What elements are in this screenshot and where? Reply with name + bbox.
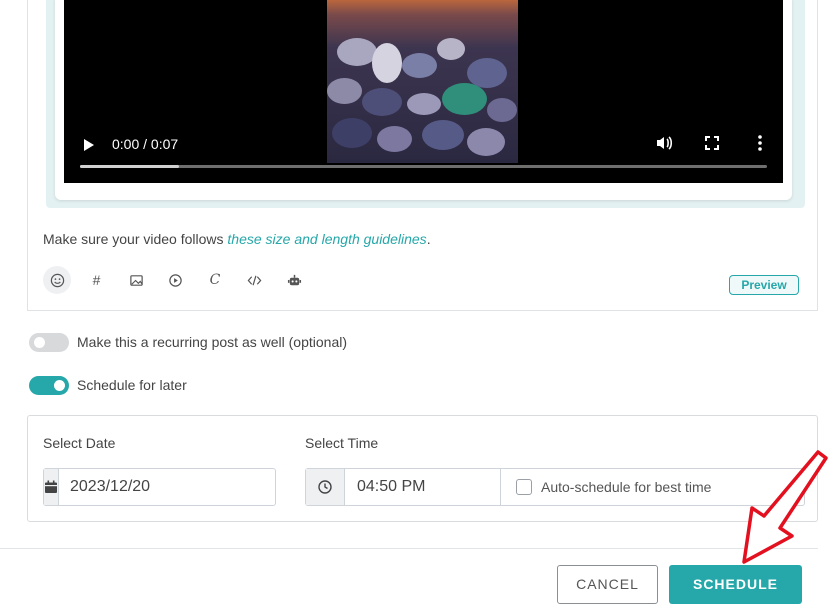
volume-icon[interactable] bbox=[654, 133, 674, 153]
canva-icon[interactable]: C bbox=[201, 266, 229, 294]
schedule-later-toggle-knob bbox=[54, 379, 65, 391]
video-player[interactable]: 0:00 / 0:07 bbox=[64, 0, 783, 183]
schedule-later-toggle[interactable] bbox=[29, 375, 69, 395]
post-editor-card: 0:00 / 0:07 Make sure your video follows… bbox=[27, 0, 818, 311]
media-preview-inner: 0:00 / 0:07 bbox=[55, 0, 792, 200]
schedule-later-toggle-label: Schedule for later bbox=[77, 377, 187, 393]
time-label: Select Time bbox=[305, 435, 379, 451]
date-input[interactable] bbox=[59, 469, 277, 505]
schedule-later-toggle-row: Schedule for later bbox=[29, 375, 187, 395]
recurring-toggle-knob bbox=[34, 336, 45, 348]
bot-icon[interactable] bbox=[280, 266, 308, 294]
play-icon[interactable] bbox=[84, 139, 94, 151]
image-icon[interactable] bbox=[122, 266, 150, 294]
cancel-button[interactable]: CANCEL bbox=[557, 565, 658, 604]
editor-toolbar: # C bbox=[43, 266, 320, 294]
recurring-toggle[interactable] bbox=[29, 332, 69, 352]
video-progress-fill bbox=[80, 165, 179, 168]
recurring-toggle-label: Make this a recurring post as well (opti… bbox=[77, 334, 348, 350]
auto-schedule-checkbox[interactable] bbox=[516, 479, 532, 495]
date-picker[interactable] bbox=[43, 468, 277, 506]
video-time: 0:00 / 0:07 bbox=[112, 136, 179, 152]
video-controls: 0:00 / 0:07 bbox=[64, 123, 783, 183]
video-progress-bar[interactable] bbox=[80, 165, 767, 168]
hashtag-icon[interactable]: # bbox=[83, 266, 111, 294]
recurring-toggle-row: Make this a recurring post as well (opti… bbox=[29, 332, 347, 352]
emoji-icon[interactable] bbox=[43, 266, 71, 294]
schedule-card: Select Date Select Time Auto-schedule fo… bbox=[27, 415, 818, 522]
footer-divider bbox=[0, 548, 818, 549]
calendar-icon[interactable] bbox=[44, 469, 59, 505]
auto-schedule-label: Auto-schedule for best time bbox=[541, 479, 712, 495]
auto-schedule-option[interactable]: Auto-schedule for best time bbox=[501, 469, 711, 505]
fullscreen-icon[interactable] bbox=[702, 133, 722, 153]
preview-button[interactable]: Preview bbox=[729, 275, 799, 295]
media-preview-frame: 0:00 / 0:07 bbox=[46, 0, 805, 208]
code-icon[interactable] bbox=[241, 266, 269, 294]
schedule-button[interactable]: SCHEDULE bbox=[669, 565, 802, 604]
time-input[interactable] bbox=[345, 469, 501, 505]
video-icon[interactable] bbox=[162, 266, 190, 294]
video-guideline-text: Make sure your video follows these size … bbox=[43, 231, 431, 247]
date-label: Select Date bbox=[43, 435, 116, 451]
guidelines-link[interactable]: these size and length guidelines bbox=[227, 231, 426, 247]
time-picker[interactable]: Auto-schedule for best time bbox=[305, 468, 805, 506]
more-options-icon[interactable] bbox=[750, 133, 770, 153]
clock-icon[interactable] bbox=[306, 469, 345, 505]
